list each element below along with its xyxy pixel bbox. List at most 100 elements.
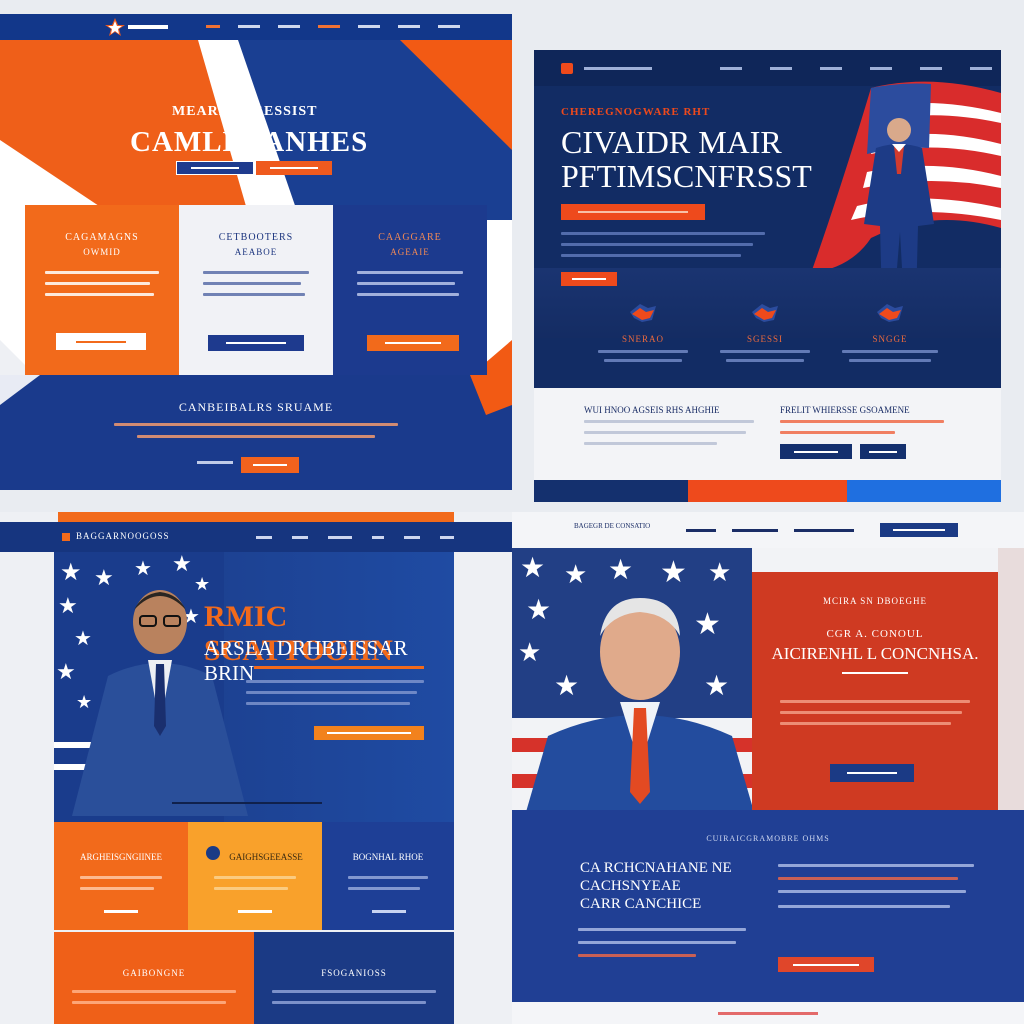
panel-1-campaign-landing: MEARRBOGESSIST CAMLEEANHES CAGAMAGNS OWM… (0, 14, 512, 490)
nav-brand[interactable]: BAGEGR DE CONSATIO (574, 522, 654, 531)
nav-link[interactable] (770, 67, 792, 70)
feature-label: SNERAO (621, 334, 664, 344)
card-title: ARGHEISGNGIINEE (80, 852, 162, 862)
lower-right-title: FRELIT WHIERSSE GSOAMENE (780, 405, 910, 415)
card-row: ARGHEISGNGIINEE GAIGHSGEEASSE BOGNHAL RH… (54, 822, 454, 930)
hero-right-edge (998, 548, 1024, 810)
brand-wordmark[interactable] (128, 25, 168, 29)
bottom-card-navy: FSOGANIOSS (254, 932, 454, 1024)
hero-cta[interactable] (314, 726, 424, 740)
nav-links (686, 529, 854, 532)
bottom-card-title: FSOGANIOSS (321, 968, 387, 978)
feature-label: SNGGE (872, 334, 908, 344)
info-icon[interactable] (206, 846, 220, 860)
footer-strip (512, 1002, 1024, 1024)
learn-more-button[interactable] (561, 272, 617, 286)
card-button[interactable] (208, 335, 304, 351)
hero-title-line-2: ARSEA DRHBEISSAR BRIN (204, 636, 408, 685)
hero-cta[interactable] (561, 204, 705, 220)
nav-cta[interactable] (880, 523, 958, 537)
lower-title-1: CA RCHCNAHANE NE (580, 860, 732, 876)
hero-cta[interactable] (830, 764, 914, 782)
nav-title[interactable]: BAGGARNOOGOSS (76, 531, 170, 541)
nav-link[interactable] (820, 67, 842, 70)
card-title: BOGNHAL RHOE (352, 852, 424, 862)
card-button[interactable] (56, 333, 146, 350)
card-title: CAGAMAGNS (65, 232, 139, 243)
bottom-section: GAIBONGNE FSOGANIOSS (54, 932, 454, 1024)
panel-2-policy-landing: CHEREGNOGWARE RHT CIVAIDR MAIR PFTIMSCNF… (534, 50, 1001, 502)
nav-link[interactable] (372, 536, 384, 539)
band-title: CANBEIBALRS SRUAME (178, 400, 334, 414)
card-subtitle: AGEAIE (390, 247, 430, 257)
nav-link[interactable] (720, 67, 742, 70)
card-title: CETBOOTERS (218, 232, 294, 243)
card-title: CAAGGARE (378, 232, 442, 243)
nav-link[interactable] (732, 529, 778, 532)
hero-eyebrow: MCIRA SN DBOEGHE (822, 596, 927, 606)
nav-link[interactable] (920, 67, 942, 70)
card-orange: ARGHEISGNGIINEE (54, 822, 188, 930)
candidate-portrait (526, 598, 754, 812)
nav-link[interactable] (328, 536, 352, 539)
nav-link[interactable] (404, 536, 420, 539)
lower-button-secondary[interactable] (860, 444, 906, 459)
nav-link[interactable] (278, 25, 300, 28)
card-amber: GAIGHSGEEASSE (188, 822, 322, 930)
nav-link[interactable] (440, 536, 454, 539)
feature-label: SGESSI (746, 334, 783, 344)
lower-title-2: CACHSNYEAE (580, 878, 681, 894)
hero-eyebrow: CHEREGNOGWARE RHT (561, 106, 711, 118)
nav-link[interactable] (358, 25, 380, 28)
top-nav (0, 14, 512, 40)
brand-wordmark[interactable] (584, 67, 652, 70)
card-link[interactable] (238, 910, 272, 913)
star-logo-icon[interactable] (104, 17, 126, 37)
bottom-card-title: GAIBONGNE (122, 968, 186, 978)
nav-links (206, 25, 460, 28)
hero-underline (254, 666, 424, 669)
nav-link[interactable] (398, 25, 420, 28)
top-nav: BAGGARNOOGOSS (0, 522, 512, 552)
lower-eyebrow: CUIRAICGRAMOBRE OHMS (706, 834, 830, 843)
lower-cta[interactable] (778, 957, 874, 972)
nav-link[interactable] (794, 529, 854, 532)
nav-link[interactable] (870, 67, 892, 70)
logo-icon[interactable] (561, 63, 573, 74)
hero-section: MEARRBOGESSIST CAMLEEANHES (0, 40, 512, 400)
nav-link[interactable] (292, 536, 308, 539)
nav-link[interactable] (206, 25, 220, 28)
band-cta[interactable] (241, 457, 299, 473)
hero-title-line-2: PFTIMSCNFRSST (561, 158, 812, 194)
card-link[interactable] (372, 910, 406, 913)
hero-cta-secondary[interactable] (256, 161, 332, 175)
map-icon (875, 302, 905, 324)
nav-links (720, 67, 992, 70)
map-icon (750, 302, 780, 324)
nav-link[interactable] (438, 25, 460, 28)
card-white: CETBOOTERS AEABOE (179, 205, 333, 375)
hero-title-line-1: CIVAIDR MAIR (561, 124, 782, 160)
nav-link[interactable] (970, 67, 992, 70)
feature-item: SNGGE (842, 302, 938, 362)
hero-eyebrow: MEARRBOGESSIST (172, 104, 318, 119)
card-subtitle: OWMID (83, 247, 121, 257)
card-navy: CAAGGARE AGEAIE (333, 205, 487, 375)
nav-link[interactable] (686, 529, 716, 532)
hero-card: MCIRA SN DBOEGHE CGR A. CONOUL AICIRENHL… (752, 572, 998, 810)
hero-cta-primary[interactable] (176, 161, 254, 175)
panel-3-candidate-landing: BAGGARNOOGOSS ★ ★ ★ ★ ★ ★ ★ ★ ★ ★ RMIC SCATT (0, 512, 512, 1024)
hero-body (780, 700, 970, 725)
card-link[interactable] (104, 910, 138, 913)
band-link[interactable] (197, 461, 233, 464)
logo-icon[interactable] (62, 533, 70, 541)
card-subtitle: AEABOE (234, 247, 278, 257)
lower-title-3: CARR CANCHICE (580, 896, 702, 912)
color-strip (534, 480, 1001, 502)
nav-link[interactable] (238, 25, 260, 28)
card-button[interactable] (367, 335, 459, 351)
lower-button-primary[interactable] (780, 444, 852, 459)
nav-link[interactable] (256, 536, 272, 539)
panel-4-congress-landing: BAGEGR DE CONSATIO ★ ★ ★ ★ ★ ★ ★ ★ ★ ★ MCIRA SN … (512, 512, 1024, 1024)
nav-link[interactable] (318, 25, 340, 28)
